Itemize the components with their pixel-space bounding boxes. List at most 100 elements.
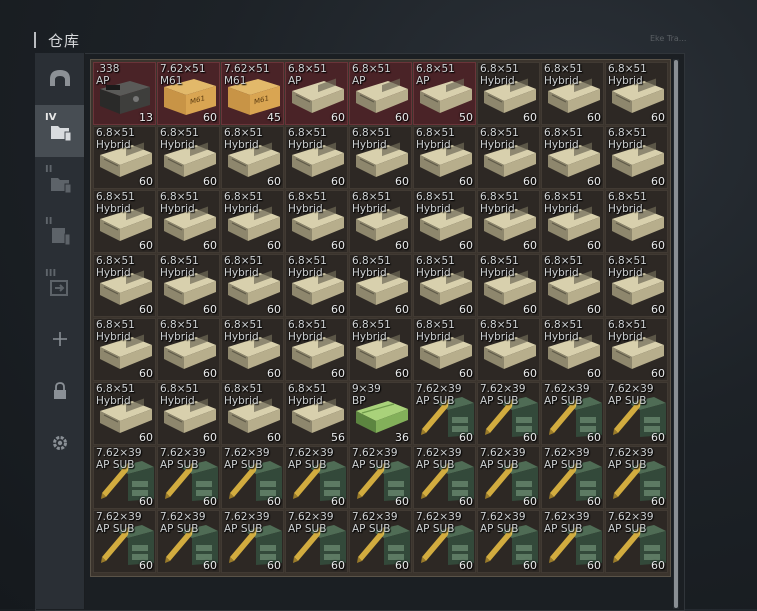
inventory-slot[interactable]: 7.62×39 AP SUB 60 [413, 382, 476, 445]
inventory-slot[interactable]: 6.8×51 Hybrid 60 [221, 318, 284, 381]
item-name: 6.8×51 Hybrid [480, 127, 519, 151]
inventory-slot[interactable]: M61 7.62×51 M61 45 [221, 62, 284, 125]
item-count: 60 [203, 111, 217, 124]
inventory-slot[interactable]: 6.8×51 Hybrid 60 [413, 126, 476, 189]
inventory-slot[interactable]: 6.8×51 Hybrid 60 [349, 254, 412, 317]
inventory-slot[interactable]: 7.62×39 AP SUB 60 [93, 446, 156, 509]
inventory-slot[interactable]: 7.62×39 AP SUB 60 [157, 510, 220, 573]
sidebar-item-storage-ii[interactable]: II [35, 157, 84, 209]
inventory-slot[interactable]: 7.62×39 AP SUB 60 [605, 446, 668, 509]
inventory-slot[interactable]: 9×39 BP 36 [349, 382, 412, 445]
inventory-slot[interactable]: 6.8×51 Hybrid 60 [541, 126, 604, 189]
inventory-slot[interactable]: 6.8×51 Hybrid 60 [349, 190, 412, 253]
inventory-slot[interactable]: 6.8×51 Hybrid 60 [349, 318, 412, 381]
inventory-slot[interactable]: 6.8×51 Hybrid 60 [477, 190, 540, 253]
inventory-slot[interactable]: 7.62×39 AP SUB 60 [157, 446, 220, 509]
item-count: 60 [395, 175, 409, 188]
inventory-slot[interactable]: 6.8×51 Hybrid 60 [157, 190, 220, 253]
inventory-slot[interactable]: 7.62×39 AP SUB 60 [477, 446, 540, 509]
item-name: 6.8×51 Hybrid [224, 383, 263, 407]
inventory-slot[interactable]: M61 7.62×51 M61 60 [157, 62, 220, 125]
inventory-slot[interactable]: 6.8×51 Hybrid 60 [413, 190, 476, 253]
inventory-slot[interactable]: 6.8×51 AP 60 [349, 62, 412, 125]
inventory-slot[interactable]: 6.8×51 Hybrid 60 [413, 318, 476, 381]
inventory-slot[interactable]: 6.8×51 Hybrid 60 [93, 126, 156, 189]
item-name: 6.8×51 AP [416, 63, 455, 87]
inventory-slot[interactable]: 6.8×51 Hybrid 60 [93, 254, 156, 317]
inventory-slot[interactable]: 7.62×39 AP SUB 60 [541, 382, 604, 445]
inventory-slot[interactable]: 7.62×39 AP SUB 60 [413, 510, 476, 573]
inventory-slot[interactable]: 6.8×51 Hybrid 60 [541, 318, 604, 381]
item-count: 60 [267, 431, 281, 444]
inventory-slot[interactable]: 7.62×39 AP SUB 60 [413, 446, 476, 509]
inventory-slot[interactable]: 7.62×39 AP SUB 60 [477, 510, 540, 573]
inventory-slot[interactable]: 7.62×39 AP SUB 60 [477, 382, 540, 445]
inventory-slot[interactable]: 7.62×39 AP SUB 60 [93, 510, 156, 573]
inventory-slot[interactable]: 6.8×51 Hybrid 60 [221, 382, 284, 445]
item-count: 60 [587, 239, 601, 252]
inventory-slot[interactable]: 7.62×39 AP SUB 60 [605, 510, 668, 573]
inventory-slot[interactable]: 6.8×51 Hybrid 60 [605, 318, 668, 381]
item-name: 6.8×51 Hybrid [608, 319, 647, 343]
inventory-slot[interactable]: 6.8×51 Hybrid 60 [93, 190, 156, 253]
inventory-slot[interactable]: 6.8×51 Hybrid 56 [285, 382, 348, 445]
item-name: 6.8×51 Hybrid [224, 191, 263, 215]
inventory-slot[interactable]: 6.8×51 Hybrid 60 [285, 318, 348, 381]
inventory-slot[interactable]: 6.8×51 Hybrid 60 [285, 126, 348, 189]
inventory-slot[interactable]: 7.62×39 AP SUB 60 [285, 446, 348, 509]
inventory-slot[interactable]: 6.8×51 Hybrid 60 [157, 126, 220, 189]
inventory-slot[interactable]: 6.8×51 Hybrid 60 [541, 190, 604, 253]
inventory-slot[interactable]: 6.8×51 Hybrid 60 [605, 62, 668, 125]
inventory-slot[interactable]: 7.62×39 AP SUB 60 [349, 446, 412, 509]
inventory-slot[interactable]: 6.8×51 Hybrid 60 [157, 382, 220, 445]
item-name: 7.62×39 AP SUB [416, 383, 462, 407]
inventory-slot[interactable]: 6.8×51 Hybrid 60 [477, 62, 540, 125]
inventory-slot[interactable]: 6.8×51 Hybrid 60 [541, 62, 604, 125]
item-count: 60 [203, 431, 217, 444]
inventory-slot[interactable]: 6.8×51 Hybrid 60 [157, 254, 220, 317]
inventory-slot[interactable]: 6.8×51 Hybrid 60 [605, 190, 668, 253]
scrollbar-thumb[interactable] [674, 60, 678, 608]
inventory-slot[interactable]: 7.62×39 AP SUB 60 [349, 510, 412, 573]
item-count: 60 [395, 239, 409, 252]
folder-icon [50, 126, 71, 142]
inventory-slot[interactable]: 6.8×51 Hybrid 60 [93, 382, 156, 445]
inventory-slot[interactable]: .338 AP 13 [93, 62, 156, 125]
inventory-slot[interactable]: 6.8×51 Hybrid 60 [541, 254, 604, 317]
sidebar-item-settings[interactable] [35, 417, 84, 469]
inventory-slot[interactable]: 6.8×51 Hybrid 60 [605, 254, 668, 317]
inventory-slot[interactable]: 6.8×51 Hybrid 60 [477, 254, 540, 317]
item-count: 60 [203, 559, 217, 572]
item-count: 45 [267, 111, 281, 124]
inventory-slot[interactable]: 6.8×51 Hybrid 60 [157, 318, 220, 381]
inventory-slot[interactable]: 6.8×51 Hybrid 60 [477, 126, 540, 189]
item-count: 60 [587, 559, 601, 572]
inventory-slot[interactable]: 6.8×51 Hybrid 60 [285, 254, 348, 317]
sidebar-item-storage-ii-b[interactable]: II [35, 209, 84, 261]
inventory-slot[interactable]: 7.62×39 AP SUB 60 [221, 446, 284, 509]
inventory-slot[interactable]: 6.8×51 AP 50 [413, 62, 476, 125]
inventory-slot[interactable]: 6.8×51 Hybrid 60 [221, 254, 284, 317]
inventory-slot[interactable]: 6.8×51 Hybrid 60 [221, 190, 284, 253]
inventory-slot[interactable]: 6.8×51 Hybrid 60 [93, 318, 156, 381]
inventory-slot[interactable]: 6.8×51 Hybrid 60 [605, 126, 668, 189]
inventory-slot[interactable]: 6.8×51 Hybrid 60 [477, 318, 540, 381]
inventory-slot[interactable]: 7.62×39 AP SUB 60 [221, 510, 284, 573]
sidebar-item-helmet[interactable] [35, 53, 84, 105]
inventory-slot[interactable]: 6.8×51 Hybrid 60 [413, 254, 476, 317]
sidebar-item-add[interactable] [35, 313, 84, 365]
item-count: 60 [459, 239, 473, 252]
inventory-slot[interactable]: 6.8×51 Hybrid 60 [285, 190, 348, 253]
sidebar-item-storage-iv[interactable]: IV [35, 105, 84, 157]
sidebar-item-lock[interactable] [35, 365, 84, 417]
inventory-slot[interactable]: 6.8×51 AP 60 [285, 62, 348, 125]
item-name: 6.8×51 Hybrid [288, 319, 327, 343]
inventory-slot[interactable]: 7.62×39 AP SUB 60 [541, 446, 604, 509]
item-name: 6.8×51 Hybrid [416, 127, 455, 151]
inventory-slot[interactable]: 7.62×39 AP SUB 60 [541, 510, 604, 573]
inventory-slot[interactable]: 7.62×39 AP SUB 60 [285, 510, 348, 573]
sidebar-item-storage-iii[interactable]: III [35, 261, 84, 313]
inventory-slot[interactable]: 7.62×39 AP SUB 60 [605, 382, 668, 445]
inventory-slot[interactable]: 6.8×51 Hybrid 60 [221, 126, 284, 189]
inventory-slot[interactable]: 6.8×51 Hybrid 60 [349, 126, 412, 189]
